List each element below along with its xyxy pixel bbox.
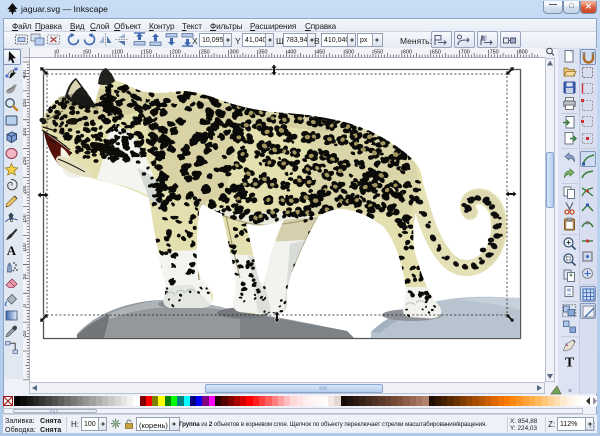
svg-text:750: 750 <box>490 50 499 56</box>
svg-text:400: 400 <box>23 70 28 79</box>
svg-text:0: 0 <box>56 50 59 56</box>
svg-text:100: 100 <box>23 243 28 252</box>
svg-text:350: 350 <box>23 99 28 108</box>
svg-text:150: 150 <box>143 50 152 56</box>
svg-text:300: 300 <box>23 128 28 137</box>
svg-text:550: 550 <box>374 50 383 56</box>
svg-text:»: » <box>568 386 572 395</box>
svg-text:600: 600 <box>403 50 412 56</box>
svg-text:150: 150 <box>23 214 28 223</box>
svg-text:200: 200 <box>23 185 28 194</box>
svg-text:350: 350 <box>259 50 268 56</box>
svg-text:400: 400 <box>287 50 296 56</box>
svg-text:-50: -50 <box>23 330 28 338</box>
svg-text:50: 50 <box>85 50 91 56</box>
svg-text:0: 0 <box>23 304 28 307</box>
svg-text:800: 800 <box>519 50 528 56</box>
svg-text:250: 250 <box>23 156 28 165</box>
svg-text:200: 200 <box>172 50 181 56</box>
svg-text:T: T <box>565 356 575 370</box>
svg-text:100: 100 <box>114 50 123 56</box>
svg-text:650: 650 <box>432 50 441 56</box>
svg-text:50: 50 <box>23 274 28 280</box>
svg-text:450: 450 <box>316 50 325 56</box>
svg-text:A: A <box>7 243 17 258</box>
svg-text:500: 500 <box>345 50 354 56</box>
svg-text:300: 300 <box>230 50 239 56</box>
svg-text:700: 700 <box>461 50 470 56</box>
svg-text:250: 250 <box>201 50 210 56</box>
